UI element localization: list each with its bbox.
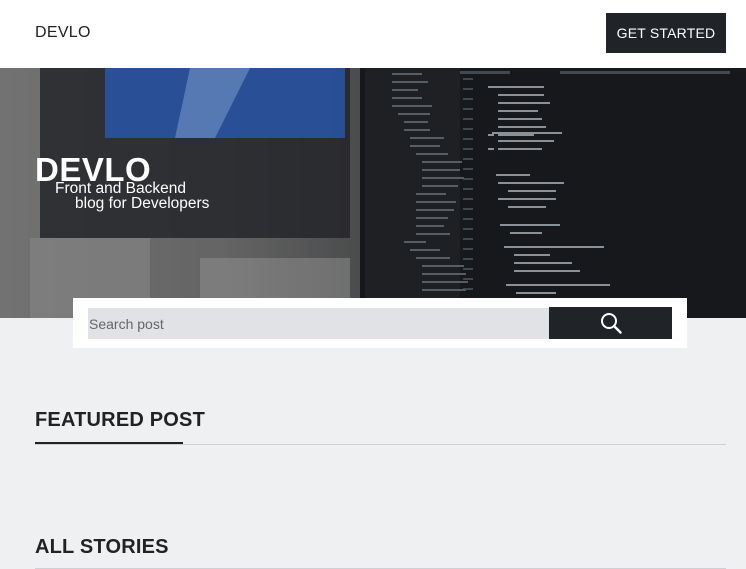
search-button[interactable] bbox=[549, 307, 672, 339]
search-icon bbox=[601, 313, 622, 334]
all-stories-heading: ALL STORIES bbox=[35, 536, 169, 558]
search-input[interactable] bbox=[88, 308, 549, 339]
featured-post-heading: FEATURED POST bbox=[35, 409, 206, 431]
hero-banner: DEVLO Front and Backend blog for Develop… bbox=[0, 68, 746, 318]
hero-subtitle-line-2: blog for Developers bbox=[75, 195, 210, 212]
section-divider-accent bbox=[35, 442, 183, 444]
search-bar bbox=[73, 298, 687, 348]
top-navbar: DEVLO GET STARTED bbox=[0, 0, 746, 68]
section-divider bbox=[35, 444, 726, 445]
get-started-button[interactable]: GET STARTED bbox=[606, 13, 726, 53]
brand-logo[interactable]: DEVLO bbox=[35, 24, 91, 42]
